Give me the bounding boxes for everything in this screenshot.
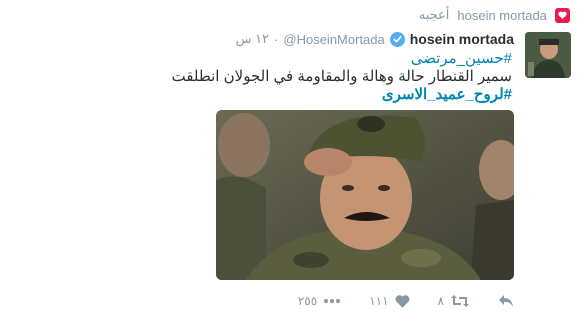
separator-dot: ·	[274, 31, 279, 47]
avatar[interactable]	[525, 32, 571, 78]
author-display-name[interactable]: hosein mortada	[410, 31, 514, 47]
tweet-text: #حسين_مرتضى سمير القنطار حالة وهالة والم…	[171, 50, 512, 104]
liked-action-text: أعجبه	[418, 7, 450, 22]
retweet-count: ٨	[437, 294, 444, 308]
heart-icon	[555, 7, 570, 23]
verified-badge-icon	[389, 31, 405, 47]
reply-icon	[498, 294, 514, 308]
hashtag-link[interactable]: #حسين_مرتضى	[411, 50, 512, 67]
tweet-header: ١٢ س · @HoseinMortada hosein mortada	[236, 31, 514, 47]
tweet-timestamp[interactable]: ١٢ س	[236, 31, 269, 47]
liked-by-row: أعجبه hosein mortada	[419, 7, 570, 23]
heart-icon	[395, 294, 410, 308]
more-button[interactable]: ٢٥٥	[298, 294, 341, 308]
liked-by-user-link[interactable]: hosein mortada	[457, 8, 547, 23]
author-handle[interactable]: @HoseinMortada	[283, 32, 384, 47]
more-icon	[323, 298, 341, 304]
more-count: ٢٥٥	[297, 294, 318, 308]
like-count: ١١١	[369, 294, 389, 308]
tweet-actions: ٨ ١١١ ٢٥٥	[298, 294, 514, 308]
like-button[interactable]: ١١١	[369, 294, 409, 308]
retweet-icon	[450, 294, 470, 308]
reply-button[interactable]	[498, 294, 514, 308]
hashtag-link[interactable]: #لروح_عميد_الاسرى	[382, 86, 512, 103]
tweet-body-line: سمير القنطار حالة وهالة والمقاومة في الج…	[171, 68, 512, 85]
tweet-media-photo[interactable]	[216, 110, 514, 280]
retweet-button[interactable]: ٨	[438, 294, 470, 308]
